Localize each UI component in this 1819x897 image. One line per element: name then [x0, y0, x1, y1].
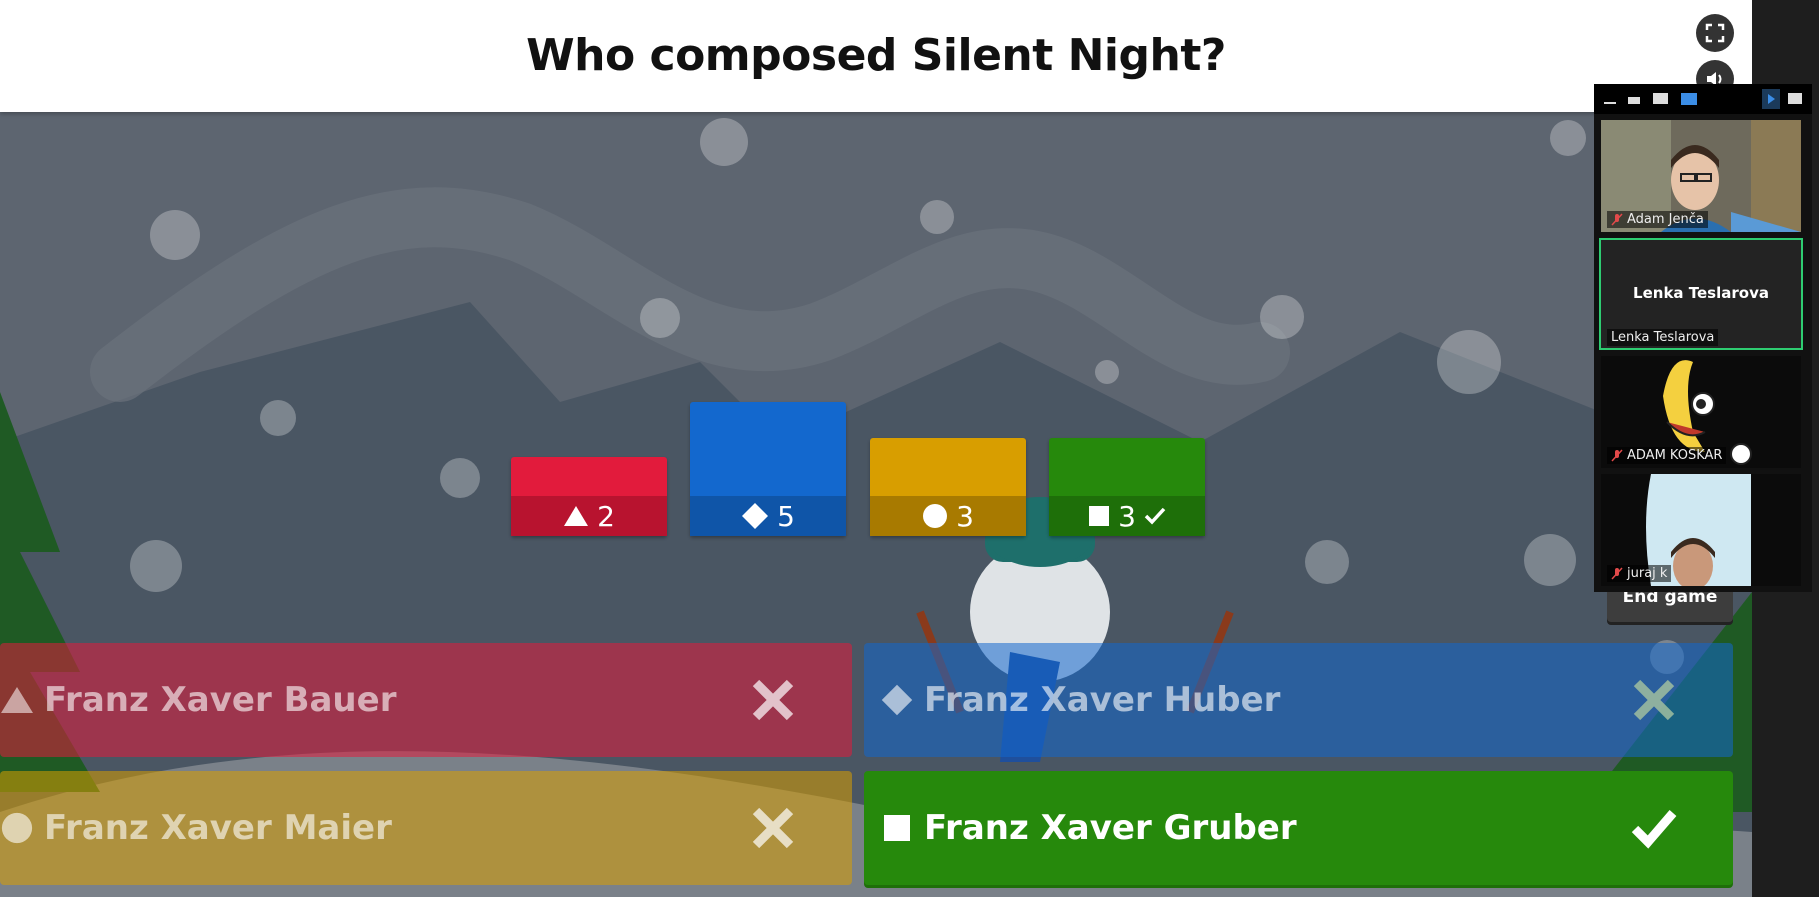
triangle-icon — [564, 506, 589, 526]
fullscreen-icon — [1705, 23, 1725, 43]
play-right-icon — [1768, 94, 1775, 104]
answer-label: Franz Xaver Gruber — [924, 808, 1297, 848]
checkmark-icon — [1631, 810, 1677, 849]
mic-muted-icon — [1611, 212, 1623, 226]
cross-icon — [752, 679, 794, 721]
snowflake — [1437, 330, 1501, 394]
participant-tile[interactable]: Adam Jenča — [1601, 120, 1801, 232]
speaker-view-icon[interactable] — [1653, 93, 1668, 104]
result-count: 3 — [1118, 499, 1136, 533]
participant-name-text: ADAM KOSKAR — [1627, 448, 1723, 463]
participant-name-text: Lenka Teslarova — [1611, 330, 1715, 345]
snowflake — [1550, 120, 1586, 156]
triangle-icon — [0, 683, 34, 717]
snowflake — [260, 400, 296, 436]
video-toolbar — [1594, 84, 1812, 114]
answer-label: Franz Xaver Maier — [44, 808, 392, 848]
participant-center-name: Lenka Teslarova — [1633, 284, 1769, 302]
answer-label: Franz Xaver Huber — [924, 680, 1281, 720]
snowflake — [640, 298, 680, 338]
diamond-icon — [880, 683, 914, 717]
minimize-icon[interactable] — [1604, 102, 1616, 104]
result-count: 3 — [956, 499, 974, 533]
result-bar-circle: 3 — [870, 438, 1026, 536]
square-icon — [1089, 506, 1110, 526]
result-count: 5 — [777, 499, 795, 533]
result-bar-diamond: 5 — [690, 402, 846, 536]
video-call-panel: Adam Jenča Lenka Teslarova Lenka Teslaro… — [1594, 84, 1812, 592]
participant-tile[interactable]: juraj k — [1601, 474, 1801, 586]
snowflake — [1260, 295, 1304, 339]
mic-muted-icon — [1611, 448, 1623, 462]
question-title: Who composed Silent Night? — [526, 30, 1226, 81]
question-header: Who composed Silent Night? — [0, 0, 1752, 112]
answer-triangle: Franz Xaver Bauer — [0, 643, 852, 757]
participant-tile-active[interactable]: Lenka Teslarova Lenka Teslarova — [1599, 238, 1803, 350]
snowflake — [1305, 540, 1349, 584]
participant-tile[interactable]: ADAM KOSKAR — [1601, 356, 1801, 468]
result-count: 2 — [597, 499, 615, 533]
participant-name-text: juraj k — [1627, 566, 1668, 581]
fullscreen-button[interactable] — [1696, 14, 1734, 52]
mic-muted-icon — [1611, 566, 1623, 580]
checkmark-icon — [1144, 507, 1166, 525]
snowflake — [130, 540, 182, 592]
answer-label: Franz Xaver Bauer — [44, 680, 397, 720]
participant-name: juraj k — [1607, 565, 1672, 582]
answer-square: Franz Xaver Gruber — [864, 771, 1733, 885]
cross-icon — [752, 807, 794, 849]
circle-icon — [923, 504, 948, 528]
result-bar-square: 3 — [1049, 438, 1205, 536]
snowflake — [1524, 534, 1576, 586]
pagination-button[interactable] — [1762, 89, 1780, 109]
circle-icon — [0, 811, 34, 845]
diamond-icon — [742, 503, 769, 529]
cross-icon — [1633, 679, 1675, 721]
snowflake — [440, 458, 480, 498]
snowflake — [700, 118, 748, 166]
participant-name: Lenka Teslarova — [1607, 329, 1719, 346]
small-view-icon[interactable] — [1628, 97, 1640, 104]
side-by-side-icon[interactable] — [1788, 93, 1802, 104]
result-bar-triangle: 2 — [511, 457, 667, 536]
snowflake — [1095, 360, 1119, 384]
participant-name-text: Adam Jenča — [1627, 212, 1704, 227]
snowflake — [920, 200, 954, 234]
kahoot-stage: 2 5 3 3 Franz Xaver Bauer Franz Xaver Hu… — [0, 0, 1752, 897]
participant-name: ADAM KOSKAR — [1607, 447, 1727, 464]
answer-diamond: Franz Xaver Huber — [864, 643, 1733, 757]
snowflake — [150, 210, 200, 260]
square-icon — [880, 811, 914, 845]
gallery-view-icon[interactable] — [1681, 93, 1697, 105]
answer-circle: Franz Xaver Maier — [0, 771, 852, 885]
participant-name: Adam Jenča — [1607, 211, 1708, 228]
